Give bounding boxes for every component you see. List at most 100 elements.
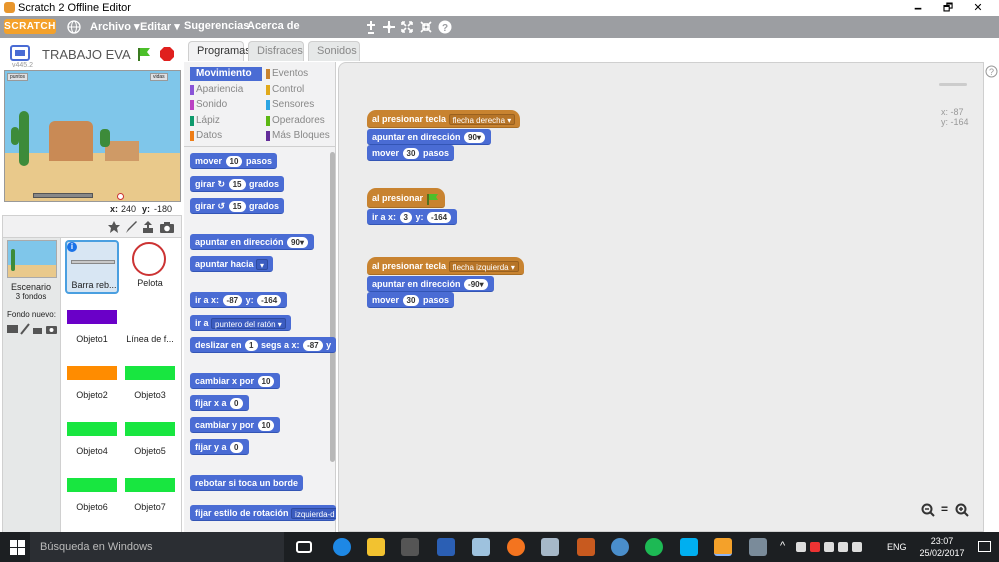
file-explorer-icon[interactable] xyxy=(367,538,385,556)
maximize-button[interactable]: 🗗 xyxy=(933,0,963,16)
minimize-button[interactable]: 🗕 xyxy=(903,0,933,16)
hat-key-right[interactable]: al presionar tecla flecha derecha ▾ xyxy=(367,110,521,128)
sprite-thumbnail-2[interactable]: Pelota xyxy=(123,240,177,294)
zoom-in-icon[interactable] xyxy=(955,503,969,517)
hat-green-flag[interactable]: al presionar xyxy=(367,188,445,208)
category-8[interactable]: Operadores xyxy=(266,114,338,128)
scratch-taskbar-icon[interactable] xyxy=(714,538,732,556)
taskbar-search-box[interactable]: Búsqueda en Windows xyxy=(30,532,284,562)
clock-time[interactable]: 23:07 xyxy=(922,536,962,546)
paint-brush-icon[interactable] xyxy=(124,220,138,234)
scripts-area[interactable]: x: -87 y: -164 al presionar tecla flecha… xyxy=(338,62,984,532)
sprite-thumbnail-1[interactable]: Barra reb... i xyxy=(65,240,119,294)
media-icon[interactable] xyxy=(611,538,629,556)
network-app-icon[interactable] xyxy=(541,538,559,556)
category-7[interactable]: Lápiz xyxy=(190,114,262,128)
delete-icon[interactable] xyxy=(382,20,396,34)
zoom-reset-button[interactable]: = xyxy=(941,502,948,516)
stage-ball-sprite[interactable] xyxy=(117,193,124,200)
menu-sugerencias[interactable]: Sugerencias xyxy=(184,20,249,32)
menu-archivo[interactable]: Archivo ▾ xyxy=(90,20,140,33)
script3-apuntar[interactable]: apuntar en dirección -90▾ xyxy=(367,276,494,292)
sprite-info-icon[interactable]: i xyxy=(67,242,77,252)
block-girar-izquierda[interactable]: girar ↺ 15 grados xyxy=(190,198,285,214)
block-apuntar-direccion[interactable]: apuntar en dirección 90▾ xyxy=(190,234,314,250)
block-apuntar-hacia[interactable]: apuntar hacia ▾ xyxy=(190,256,274,272)
skype-icon[interactable] xyxy=(680,538,698,556)
scratch-logo[interactable]: SCRATCH xyxy=(4,19,56,34)
backdrop-tools-icon[interactable] xyxy=(7,323,57,335)
store-icon[interactable] xyxy=(401,538,419,556)
sprite-thumbnail-6[interactable]: Objeto3 xyxy=(123,352,177,406)
sprite-thumbnail-4[interactable]: Línea de f... xyxy=(123,296,177,350)
paint-app-icon[interactable] xyxy=(749,538,767,556)
category-4[interactable]: Control xyxy=(266,83,338,97)
duplicate-icon[interactable] xyxy=(364,20,378,34)
edge-icon[interactable] xyxy=(333,538,351,556)
globe-icon[interactable] xyxy=(67,20,81,34)
block-deslizar[interactable]: deslizar en 1 segs a x: -87 y xyxy=(190,337,336,353)
sprite-library-icon[interactable] xyxy=(107,220,121,234)
stage-paddle-sprite[interactable] xyxy=(33,193,93,198)
stop-icon[interactable] xyxy=(159,46,175,62)
script3-mover[interactable]: mover 30 pasos xyxy=(367,292,454,308)
help-icon[interactable]: ? xyxy=(985,65,998,78)
spotify-icon[interactable] xyxy=(645,538,663,556)
tab-programas[interactable]: Programas xyxy=(188,41,251,61)
block-fijar-x[interactable]: fijar x a 0 xyxy=(190,395,249,411)
windows-start-icon[interactable] xyxy=(10,540,25,555)
word-icon[interactable] xyxy=(437,538,455,556)
tab-sonidos[interactable]: Sonidos xyxy=(308,41,360,61)
sprite-thumbnail-10[interactable]: Objeto7 xyxy=(123,464,177,518)
project-title[interactable]: TRABAJO EVA xyxy=(42,47,131,62)
palette-scrollbar[interactable] xyxy=(330,152,335,462)
box-app-icon[interactable] xyxy=(577,538,595,556)
app-icon[interactable] xyxy=(472,538,490,556)
category-3[interactable]: Apariencia xyxy=(190,83,262,97)
hat-key-left[interactable]: al presionar tecla flecha izquierda ▾ xyxy=(367,257,524,275)
sprite-thumbnail-7[interactable]: Objeto4 xyxy=(65,408,119,462)
block-fijar-y[interactable]: fijar y a 0 xyxy=(190,439,249,455)
sprite-thumbnail-3[interactable]: Objeto1 xyxy=(65,296,119,350)
script1-apuntar[interactable]: apuntar en dirección 90▾ xyxy=(367,129,491,145)
sprite-thumbnail-9[interactable]: Objeto6 xyxy=(65,464,119,518)
camera-icon[interactable] xyxy=(159,220,175,234)
block-cambiar-y[interactable]: cambiar y por 10 xyxy=(190,417,281,433)
category-5[interactable]: Sonido xyxy=(190,98,262,112)
script2-ir-a-xy[interactable]: ir a x: 3 y: -164 xyxy=(367,209,458,225)
task-view-icon[interactable] xyxy=(296,541,312,553)
category-6[interactable]: Sensores xyxy=(266,98,338,112)
category-10[interactable]: Más Bloques xyxy=(266,129,338,143)
block-fijar-estilo-rotacion[interactable]: fijar estilo de rotación izquierda-d xyxy=(190,505,336,521)
block-girar-derecha[interactable]: girar ↻ 15 grados xyxy=(190,176,285,192)
script1-mover[interactable]: mover 30 pasos xyxy=(367,145,454,161)
upload-icon[interactable] xyxy=(141,220,155,234)
show-hidden-icons-icon[interactable]: ^ xyxy=(780,540,785,552)
zoom-out-icon[interactable] xyxy=(921,503,935,517)
sprite-thumbnail-8[interactable]: Objeto5 xyxy=(123,408,177,462)
firefox-icon[interactable] xyxy=(507,538,525,556)
sprite-thumbnail-5[interactable]: Objeto2 xyxy=(65,352,119,406)
block-ir-a-xy[interactable]: ir a x: -87 y: -164 xyxy=(190,292,288,308)
block-rebotar[interactable]: rebotar si toca un borde xyxy=(190,475,304,491)
category-9[interactable]: Datos xyxy=(190,129,262,143)
block-ir-a[interactable]: ir a puntero del ratón ▾ xyxy=(190,315,291,331)
clock-date[interactable]: 25/02/2017 xyxy=(912,548,972,558)
category-2[interactable]: Eventos xyxy=(266,67,338,81)
menu-acerca[interactable]: Acerca de xyxy=(247,20,300,32)
close-button[interactable]: ✕ xyxy=(963,0,993,16)
grow-icon[interactable] xyxy=(400,20,414,34)
notifications-icon[interactable] xyxy=(978,541,991,552)
green-flag-icon[interactable] xyxy=(136,46,152,62)
block-mover[interactable]: mover 10 pasos xyxy=(190,153,277,169)
menu-editar[interactable]: Editar ▾ xyxy=(140,20,180,33)
block-cambiar-x[interactable]: cambiar x por 10 xyxy=(190,373,281,389)
shrink-icon[interactable] xyxy=(419,20,433,34)
stage-thumbnail[interactable] xyxy=(7,240,57,278)
tab-disfraces[interactable]: Disfraces xyxy=(248,41,304,61)
stage-canvas[interactable]: puntos vidas xyxy=(4,70,181,202)
fullscreen-icon[interactable] xyxy=(10,45,30,61)
category-1[interactable]: Movimiento xyxy=(190,67,262,81)
help-icon[interactable]: ? xyxy=(438,20,452,34)
language-indicator[interactable]: ENG xyxy=(887,542,907,552)
